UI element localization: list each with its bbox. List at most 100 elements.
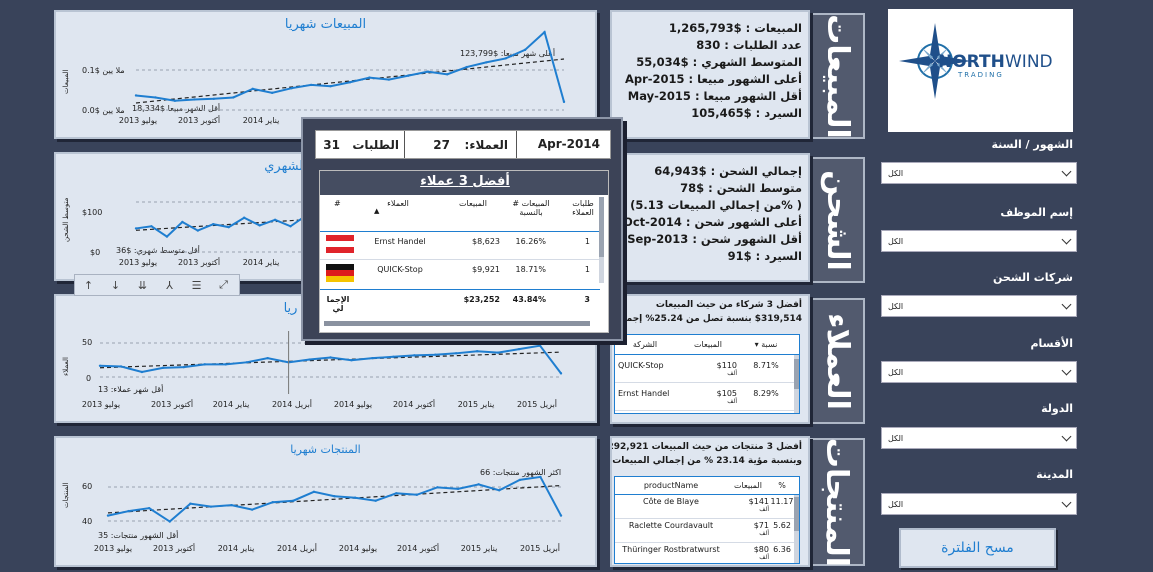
data-point[interactable] — [168, 520, 171, 523]
data-point[interactable] — [165, 235, 169, 238]
data-point[interactable] — [127, 509, 130, 513]
table-row[interactable]: QUICK-Stop $110 ألف 8.71% — [615, 355, 799, 383]
data-point[interactable] — [446, 73, 449, 76]
data-point[interactable] — [134, 94, 138, 97]
data-point[interactable] — [333, 495, 336, 498]
data-point[interactable] — [498, 489, 501, 492]
data-point[interactable] — [455, 352, 458, 355]
data-point[interactable] — [196, 229, 200, 232]
data-point[interactable] — [292, 499, 295, 502]
drill-down-icon[interactable]: ↓ — [102, 279, 129, 292]
data-point[interactable] — [395, 492, 398, 495]
data-point[interactable] — [562, 100, 566, 104]
data-point[interactable] — [212, 97, 216, 100]
tooltip-hscrollbar[interactable] — [324, 321, 590, 326]
data-point[interactable] — [290, 87, 293, 90]
data-point[interactable] — [193, 98, 196, 101]
table-scrollbar[interactable] — [794, 355, 799, 413]
data-point[interactable] — [523, 48, 527, 52]
data-point[interactable] — [538, 344, 542, 347]
data-point[interactable] — [271, 501, 274, 504]
data-point[interactable] — [353, 496, 357, 499]
data-point[interactable] — [309, 83, 313, 87]
data-point[interactable] — [392, 355, 395, 358]
focus-mode-icon[interactable]: ⤢ — [210, 278, 237, 292]
col-header-pct[interactable]: ▾ نسبة — [741, 340, 791, 349]
data-point[interactable] — [348, 81, 352, 84]
col-header-company[interactable]: الشركة — [615, 340, 675, 349]
data-point[interactable] — [224, 363, 227, 366]
data-point[interactable] — [140, 370, 144, 374]
clear-filters-button[interactable]: مسح الفلترة — [899, 528, 1056, 568]
data-point[interactable] — [203, 363, 206, 366]
data-point[interactable] — [273, 218, 277, 222]
data-point[interactable] — [182, 365, 186, 369]
data-point[interactable] — [543, 30, 546, 34]
table-row[interactable]: Ernst Handel $105 ألف 8.29% — [615, 383, 799, 411]
col-header-sales[interactable]: المبيعات — [675, 340, 741, 349]
data-point[interactable] — [212, 222, 215, 226]
expand-level-icon[interactable]: ⇊ — [129, 279, 156, 292]
data-point[interactable] — [189, 502, 192, 505]
data-point[interactable] — [266, 356, 269, 360]
data-point[interactable] — [465, 65, 468, 69]
data-point[interactable] — [371, 356, 374, 360]
tooltip-vscrollbar[interactable] — [599, 197, 604, 283]
data-point[interactable] — [496, 351, 500, 354]
filter-dropdown-month-year[interactable]: الكل — [881, 162, 1077, 184]
data-point[interactable] — [368, 76, 371, 79]
data-point[interactable] — [173, 99, 177, 102]
data-point[interactable] — [407, 74, 410, 77]
data-point[interactable] — [484, 61, 488, 64]
data-point[interactable] — [517, 347, 521, 351]
data-point[interactable] — [456, 487, 460, 491]
col-header-sales[interactable]: المبيعات — [727, 481, 769, 490]
data-point[interactable] — [504, 57, 507, 60]
data-point[interactable] — [134, 227, 138, 230]
data-point[interactable] — [329, 356, 332, 359]
data-point[interactable] — [181, 220, 184, 224]
drill-up-icon[interactable]: ↑ — [75, 279, 102, 292]
data-point[interactable] — [119, 365, 123, 368]
data-point[interactable] — [154, 96, 157, 99]
data-point[interactable] — [475, 350, 479, 353]
data-point[interactable] — [230, 503, 233, 507]
data-point[interactable] — [106, 514, 110, 517]
col-header-product[interactable]: productName — [615, 481, 727, 490]
data-point[interactable] — [415, 493, 419, 496]
data-point[interactable] — [387, 78, 391, 81]
data-point[interactable] — [559, 372, 563, 375]
data-point[interactable] — [308, 358, 311, 361]
data-point[interactable] — [147, 506, 151, 510]
table-row[interactable]: Côte de Blaye $141 ألف 11.17 — [615, 495, 799, 519]
data-point[interactable] — [245, 361, 248, 364]
filter-dropdown-shippers[interactable]: الكل — [881, 295, 1077, 317]
filter-dropdown-city[interactable]: الكل — [881, 493, 1077, 515]
data-point[interactable] — [350, 359, 353, 362]
data-point[interactable] — [150, 225, 153, 228]
data-point[interactable] — [270, 91, 274, 95]
filter-dropdown-categories[interactable]: الكل — [881, 361, 1077, 383]
data-point[interactable] — [374, 499, 377, 502]
data-point[interactable] — [232, 96, 235, 99]
data-point[interactable] — [518, 478, 522, 482]
data-point[interactable] — [559, 514, 563, 517]
data-point[interactable] — [413, 354, 416, 357]
data-point[interactable] — [98, 364, 102, 367]
data-point[interactable] — [250, 508, 254, 511]
data-point[interactable] — [434, 353, 437, 356]
products-monthly-chart[interactable]: المنتجات شهريا المنتجات 60 40 اكثر الشهو… — [54, 436, 597, 567]
data-point[interactable] — [161, 366, 165, 370]
data-point[interactable] — [329, 85, 332, 88]
data-point[interactable] — [289, 225, 292, 228]
data-point[interactable] — [258, 224, 261, 227]
data-point[interactable] — [312, 490, 316, 493]
data-point[interactable] — [477, 483, 480, 486]
table-scrollbar[interactable] — [794, 495, 799, 563]
data-point[interactable] — [209, 505, 213, 508]
table-row[interactable]: Thüringer Rostbratwurst $80 ألف 6.36 — [615, 543, 799, 563]
data-point[interactable] — [251, 87, 254, 91]
data-point[interactable] — [436, 486, 439, 489]
data-point[interactable] — [539, 475, 542, 479]
data-point[interactable] — [242, 216, 246, 219]
